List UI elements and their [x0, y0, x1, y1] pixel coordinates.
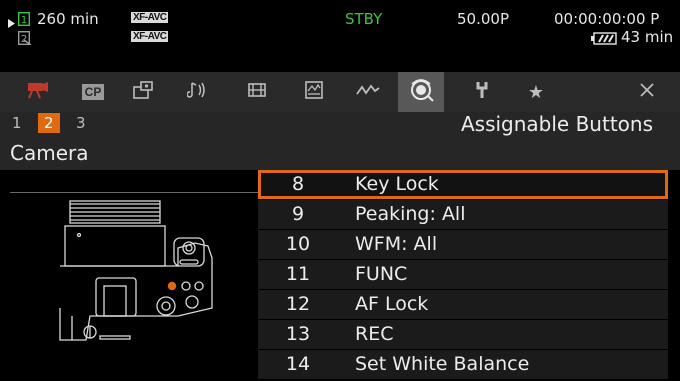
tab-camera-setup[interactable]	[14, 72, 60, 112]
tab-picture-settings[interactable]	[120, 72, 166, 112]
play-triangle-icon	[8, 13, 15, 32]
button-number: 14	[285, 353, 311, 375]
recording-format-badge-2: XF-AVC	[131, 31, 169, 42]
tab-custom-picture[interactable]: CP	[70, 72, 116, 112]
button-function: REC	[355, 323, 394, 345]
tab-recording-media[interactable]	[234, 72, 280, 112]
battery-icon	[591, 30, 617, 49]
media-duration: 260 min	[37, 10, 99, 28]
star-icon: ★	[527, 81, 545, 103]
button-row-12[interactable]: 12 AF Lock	[258, 290, 668, 319]
button-function: Key Lock	[355, 173, 439, 195]
record-state: STBY	[345, 10, 383, 28]
card-slot-2-icon: 2	[17, 30, 32, 49]
svg-text:2: 2	[21, 34, 27, 45]
recording-format-badge: XF-AVC	[131, 12, 169, 23]
menu-subheader: 1 2 3 Assignable Buttons Camera	[0, 112, 680, 170]
movie-camera-icon	[25, 81, 49, 103]
button-function: WFM: All	[355, 233, 438, 255]
button-function: Set White Balance	[355, 353, 530, 375]
menu-title: Assignable Buttons	[460, 112, 653, 136]
button-function: FUNC	[355, 263, 408, 285]
close-button[interactable]	[624, 72, 670, 112]
tab-assignable-buttons[interactable]	[398, 72, 444, 112]
page-3[interactable]: 3	[76, 114, 86, 132]
assignable-buttons-icon	[408, 78, 434, 106]
tab-audio[interactable]	[175, 72, 221, 112]
camera-diagram	[50, 198, 230, 352]
button-row-10[interactable]: 10 WFM: All	[258, 230, 668, 259]
button-row-14[interactable]: 14 Set White Balance	[258, 350, 668, 379]
frame-rate: 50.00P	[457, 10, 509, 28]
status-bar: 1 260 min 2 XF-AVC XF-AVC STBY 50.00P 00…	[0, 0, 680, 72]
button-row-13[interactable]: 13 REC	[258, 320, 668, 349]
button-number: 8	[291, 173, 305, 195]
tab-waveform[interactable]	[345, 72, 391, 112]
audio-icon	[186, 80, 209, 104]
menu-tab-bar: CP ★	[0, 72, 680, 112]
recording-media-icon	[246, 80, 268, 104]
waveform-icon	[355, 80, 381, 104]
button-row-11[interactable]: 11 FUNC	[258, 260, 668, 289]
button-row-8[interactable]: 8 Key Lock	[258, 170, 668, 199]
button-number: 10	[285, 233, 311, 255]
page-2-current[interactable]: 2	[38, 113, 60, 133]
svg-text:1: 1	[21, 15, 27, 26]
button-number: 12	[285, 293, 311, 315]
tab-monitoring[interactable]	[291, 72, 337, 112]
button-function: Peaking: All	[355, 203, 466, 225]
battery-remaining: 43 min	[621, 28, 674, 46]
section-label: Camera	[10, 141, 89, 165]
left-divider	[10, 192, 258, 193]
button-number: 9	[291, 203, 305, 225]
picture-settings-icon	[132, 80, 154, 104]
timecode: 00:00:00:00 P	[554, 10, 660, 28]
button-function: AF Lock	[355, 293, 429, 315]
wrench-icon	[472, 80, 492, 104]
menu-body: 8 Key Lock 9 Peaking: All 10 WFM: All 11…	[0, 170, 680, 381]
button-row-9[interactable]: 9 Peaking: All	[258, 200, 668, 229]
tab-my-menu[interactable]: ★	[513, 72, 559, 112]
monitoring-icon	[303, 80, 325, 104]
tab-system-setup[interactable]	[459, 72, 505, 112]
card-slot-1-icon: 1	[17, 11, 31, 30]
button-number: 13	[285, 323, 311, 345]
close-icon	[639, 82, 655, 102]
custom-picture-icon: CP	[81, 84, 105, 100]
page-1[interactable]: 1	[12, 114, 22, 132]
button-number: 11	[285, 263, 311, 285]
